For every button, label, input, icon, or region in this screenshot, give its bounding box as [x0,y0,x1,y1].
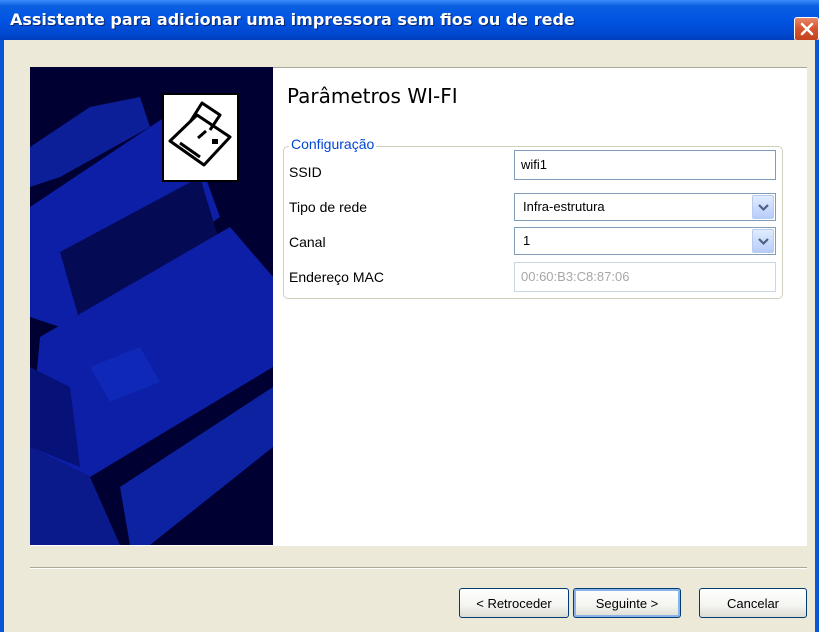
group-label: Configuração [289,136,377,152]
close-icon [800,22,814,36]
page-title: Parâmetros WI-FI [287,84,458,108]
network-type-select[interactable]: Infra-estrutura [514,193,776,221]
channel-select[interactable]: 1 [514,227,776,255]
mac-address-label: Endereço MAC [289,269,384,285]
network-type-label: Tipo de rede [289,199,368,215]
network-type-dropdown-button[interactable] [752,195,774,219]
channel-dropdown-button[interactable] [752,229,774,253]
window-title: Assistente para adicionar uma impressora… [10,10,575,29]
chevron-down-icon [758,238,769,246]
ssid-label: SSID [289,164,322,180]
printer-icon [162,93,239,182]
title-bar[interactable]: Assistente para adicionar uma impressora… [0,0,819,40]
back-button[interactable]: < Retroceder [459,588,569,618]
window-frame-right [815,40,819,632]
ssid-input[interactable]: wifi1 [514,150,776,180]
channel-label: Canal [289,234,326,250]
close-button[interactable] [794,17,819,41]
next-button[interactable]: Seguinte > [573,588,681,618]
network-type-value: Infra-estrutura [523,199,605,214]
button-separator [30,567,807,569]
chevron-down-icon [758,204,769,212]
mac-address-field: 00:60:B3:C8:87:06 [514,262,776,292]
cancel-button[interactable]: Cancelar [699,588,807,618]
channel-value: 1 [523,233,531,248]
